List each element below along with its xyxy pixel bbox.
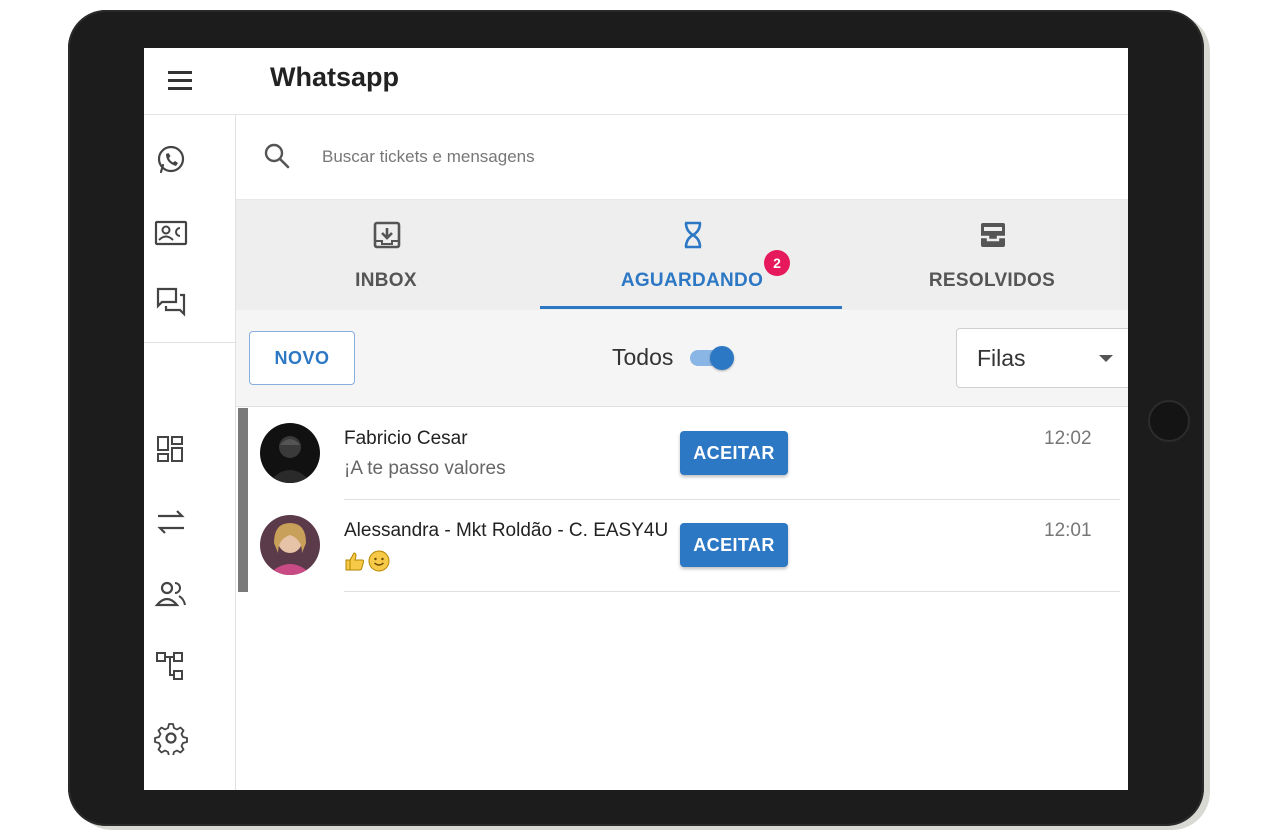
ticket-status-bar xyxy=(238,500,248,592)
list-item[interactable]: Alessandra - Mkt Roldão - C. EASY4U 12:0… xyxy=(236,500,1128,592)
settings-icon[interactable] xyxy=(154,721,188,757)
accept-button[interactable]: ACEITAR xyxy=(680,431,788,475)
whatsapp-icon[interactable] xyxy=(154,143,188,177)
tab-aguardando-label: AGUARDANDO xyxy=(620,270,764,291)
accept-button[interactable]: ACEITAR xyxy=(680,523,788,567)
transfer-icon[interactable] xyxy=(154,505,188,539)
todos-label: Todos xyxy=(612,344,674,370)
tab-inbox[interactable]: INBOX xyxy=(236,200,536,310)
ticket-toolbar: NOVO Todos Filas xyxy=(236,310,1128,407)
queues-select[interactable]: Filas xyxy=(956,328,1128,388)
page-title: Whatsapp xyxy=(270,62,400,92)
tab-aguardando[interactable]: AGUARDANDO xyxy=(542,200,842,310)
dashboard-icon[interactable] xyxy=(154,433,188,467)
inbox-download-icon xyxy=(372,220,402,250)
contacts-icon[interactable] xyxy=(154,217,188,251)
ticket-contact-name: Fabricio Cesar xyxy=(344,428,468,449)
search-icon xyxy=(262,141,292,171)
ticket-list: Fabricio Cesar ¡A te passo valores 12:02… xyxy=(236,408,1128,790)
queues-select-label: Filas xyxy=(977,345,1026,371)
ticket-contact-name: Alessandra - Mkt Roldão - C. EASY4U xyxy=(344,520,669,541)
active-tab-indicator xyxy=(540,306,842,309)
search-bar xyxy=(236,115,1128,200)
sidebar xyxy=(144,115,236,790)
tab-resolvidos[interactable]: RESOLVIDOS xyxy=(842,200,1128,310)
ticket-last-message xyxy=(344,550,392,572)
queues-icon[interactable] xyxy=(154,649,188,683)
sidebar-divider xyxy=(144,342,235,343)
waiting-count-badge: 2 xyxy=(764,250,790,276)
tab-resolvidos-label: RESOLVIDOS xyxy=(928,270,1056,291)
ticket-tabs: INBOX AGUARDANDO RESOLVIDOS 2 xyxy=(236,200,1128,310)
list-item[interactable]: Fabricio Cesar ¡A te passo valores 12:02… xyxy=(236,408,1128,500)
app-bar: Whatsapp xyxy=(144,48,1128,115)
tablet-home-button xyxy=(1148,400,1190,442)
ticket-time: 12:02 xyxy=(1044,428,1092,449)
todos-toggle[interactable] xyxy=(690,346,736,370)
ticket-last-message: ¡A te passo valores xyxy=(344,458,506,479)
chevron-down-icon xyxy=(1099,355,1113,362)
chats-icon[interactable] xyxy=(154,285,188,319)
menu-icon[interactable] xyxy=(166,68,196,94)
toggle-thumb xyxy=(710,346,734,370)
smiley-icon xyxy=(368,550,390,572)
avatar xyxy=(260,423,320,483)
ticket-status-bar xyxy=(238,408,248,500)
app-screen: Whatsapp Buscar tickets e mensagens INBO… xyxy=(144,48,1128,790)
tab-inbox-label: INBOX xyxy=(355,270,417,291)
list-divider xyxy=(344,591,1120,592)
thumbs-up-icon xyxy=(344,550,366,572)
hourglass-icon xyxy=(678,220,708,250)
inbox-archive-icon xyxy=(978,220,1008,250)
avatar xyxy=(260,515,320,575)
users-icon[interactable] xyxy=(154,577,188,611)
ticket-time: 12:01 xyxy=(1044,520,1092,541)
new-ticket-button[interactable]: NOVO xyxy=(249,331,355,385)
search-input[interactable] xyxy=(320,141,1084,173)
